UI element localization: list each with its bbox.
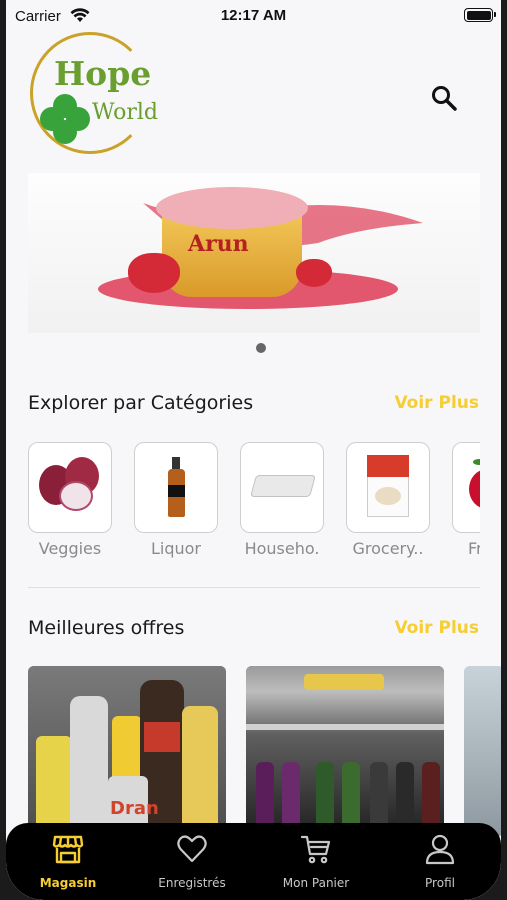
category-item-fruits[interactable]: Fr — [452, 442, 480, 558]
category-label: Fr — [468, 539, 480, 558]
category-label: Grocery.. — [352, 539, 424, 558]
category-item-grocery[interactable]: Grocery.. — [346, 442, 430, 558]
category-label: Liquor — [150, 539, 202, 558]
category-item-household[interactable]: Househo. — [240, 442, 324, 558]
tab-magasin[interactable]: Magasin — [6, 823, 130, 900]
carousel-dot[interactable] — [256, 343, 266, 353]
apple-image — [452, 442, 480, 533]
onion-image — [28, 442, 112, 533]
tab-label: Mon Panier — [282, 876, 350, 890]
user-icon — [425, 834, 455, 865]
tab-profil[interactable]: Profil — [378, 823, 501, 900]
offers-title: Meilleures offres — [28, 617, 185, 639]
partial-offer-image — [464, 666, 501, 836]
product-brand-text: Dran — [110, 798, 159, 819]
category-label: Househo. — [244, 539, 320, 558]
category-item-liquor[interactable]: Liquor — [134, 442, 218, 558]
offer-card[interactable] — [464, 666, 501, 836]
app-logo: Hope World — [28, 30, 160, 158]
tab-label: Enregistrés — [158, 876, 226, 890]
strawberry-image — [128, 253, 180, 293]
banner-brand-text: Arun — [188, 231, 249, 257]
rice-box-image — [346, 442, 430, 533]
offer-card[interactable] — [246, 666, 444, 836]
tab-label: Profil — [425, 876, 455, 890]
tab-enregistres[interactable]: Enregistrés — [130, 823, 254, 900]
search-icon[interactable] — [431, 85, 457, 111]
store-icon — [52, 835, 84, 864]
mattress-image — [240, 442, 324, 533]
strawberry-image — [296, 259, 332, 287]
cart-icon — [300, 835, 331, 864]
bottom-tab-bar: Magasin Enregistrés Mon Panier Profil — [6, 823, 501, 900]
promo-banner[interactable]: Arun — [28, 173, 480, 333]
logo-text-world: World — [92, 100, 158, 125]
ice-cream-scoop — [156, 187, 308, 229]
whisky-bottle-image — [134, 442, 218, 533]
clock: 12:17 AM — [220, 7, 287, 24]
offer-card[interactable]: Dran — [28, 666, 226, 836]
phone-screen: Carrier 12:17 AM Hope World Arun Explore… — [6, 0, 501, 900]
category-label: Veggies — [38, 539, 102, 558]
category-item-veggies[interactable]: Veggies — [28, 442, 112, 558]
section-divider — [28, 587, 480, 588]
logo-text-hope: Hope — [54, 54, 152, 93]
heart-icon — [177, 835, 207, 863]
offers-list: Dran — [28, 666, 501, 836]
clover-icon — [40, 94, 90, 144]
categories-see-more-link[interactable]: Voir Plus — [394, 393, 479, 413]
status-bar: Carrier 12:17 AM — [6, 0, 501, 32]
offers-see-more-link[interactable]: Voir Plus — [394, 618, 479, 638]
tab-label: Magasin — [39, 876, 97, 890]
battery-icon — [464, 8, 496, 22]
categories-title: Explorer par Catégories — [28, 392, 254, 414]
categories-list: Veggies Liquor Househo. Grocery.. Fr — [28, 442, 480, 562]
tab-mon-panier[interactable]: Mon Panier — [254, 823, 378, 900]
